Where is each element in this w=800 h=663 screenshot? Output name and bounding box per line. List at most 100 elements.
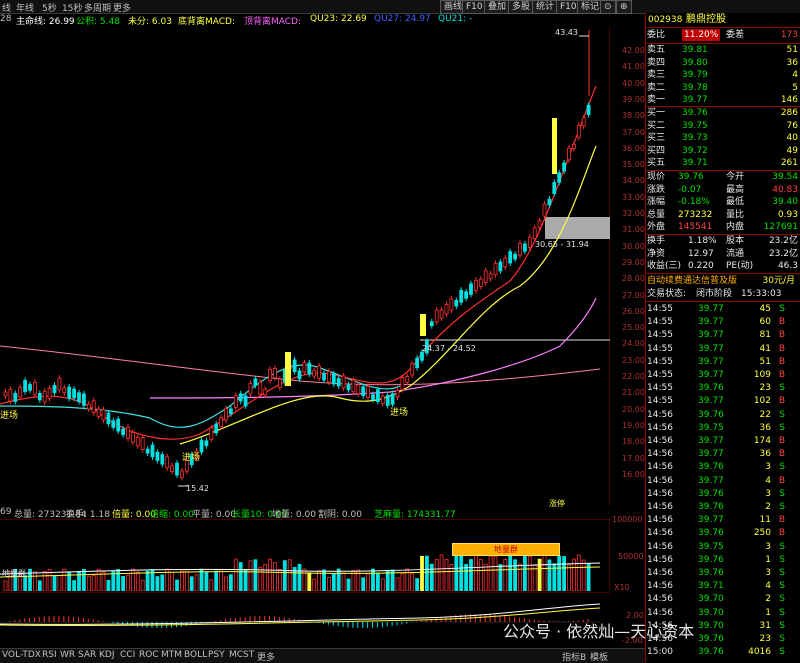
more-periods[interactable]: 更多 — [113, 1, 131, 14]
tick-row[interactable]: 14:56 39.76 1 S — [646, 554, 800, 566]
tick-row[interactable]: 14:55 39.77 51 B — [646, 356, 800, 368]
tab-rsi[interactable]: RSI — [42, 650, 57, 660]
buy-row[interactable]: 买五 39.71 261 — [646, 157, 800, 169]
tab-psy[interactable]: PSY — [208, 650, 225, 660]
sell-row[interactable]: 卖二 39.78 5 — [646, 82, 800, 94]
tick-row[interactable]: 14:55 39.77 60 B — [646, 316, 800, 328]
candle-body — [28, 384, 32, 391]
candle-body — [248, 383, 253, 395]
buy-row[interactable]: 买三 39.73 40 — [646, 132, 800, 144]
tick-row[interactable]: 14:55 39.77 45 S — [646, 303, 800, 315]
f10-button[interactable]: F10 — [462, 0, 487, 14]
tick-row[interactable]: 14:55 39.77 81 B — [646, 329, 800, 341]
sell-price: 39.78 — [682, 82, 708, 93]
candle-body — [145, 448, 150, 454]
tick-row[interactable]: 14:56 39.77 4 B — [646, 475, 800, 487]
period-item[interactable]: 5秒 — [42, 1, 57, 14]
tick-row[interactable]: 14:55 39.77 109 B — [646, 369, 800, 381]
tick-row[interactable]: 14:56 39.76 2 S — [646, 501, 800, 513]
tick-price: 39.77 — [698, 396, 724, 407]
candle-body — [542, 203, 547, 217]
volume-bar — [101, 571, 106, 591]
zoom-in-icon[interactable]: ⊕ — [616, 0, 632, 14]
tick-row[interactable]: 14:55 39.77 102 B — [646, 395, 800, 407]
kline-chart[interactable] — [0, 26, 610, 506]
tick-row[interactable]: 14:56 39.76 250 B — [646, 527, 800, 539]
tick-row[interactable]: 14:56 39.70 2 S — [646, 593, 800, 605]
indicator-value: QU23: 22.69 — [310, 14, 367, 24]
tab-mtm[interactable]: MTM — [161, 650, 182, 660]
tab-vol[interactable]: VOL-TDX — [2, 650, 41, 660]
period-item[interactable]: 线 — [2, 1, 11, 14]
period-item[interactable]: 多周期 — [84, 1, 111, 14]
tick-volume: 3 — [765, 488, 771, 499]
tick-price: 39.76 — [698, 634, 724, 644]
sell-row[interactable]: 卖一 39.77 146 — [646, 94, 800, 106]
tick-row[interactable]: 14:56 39.77 174 B — [646, 435, 800, 447]
tick-row[interactable]: 14:56 39.70 1 S — [646, 607, 800, 619]
stat-v2: 39.40 — [772, 197, 798, 208]
stats-button[interactable]: 统计 — [532, 0, 559, 14]
tab-template[interactable]: 模板 — [590, 650, 608, 663]
range-label-1: 30.65 - 31.94 — [535, 240, 589, 249]
tick-row[interactable]: 14:56 39.77 36 B — [646, 448, 800, 460]
tick-row[interactable]: 14:56 39.76 22 S — [646, 409, 800, 421]
tick-price: 39.76 — [698, 502, 724, 512]
stat-v1: 273232 — [678, 209, 713, 220]
buy-row[interactable]: 买四 39.72 49 — [646, 145, 800, 157]
volume-bar — [130, 568, 135, 591]
volume-indicator-legend: 69 总量: 273231.84 换手: 1.18 倍量: 0.00 倍缩: 0.00 平… — [0, 507, 610, 520]
tick-row[interactable]: 15:00 39.76 4016 S — [646, 646, 800, 658]
tick-row[interactable]: 14:56 39.75 3 S — [646, 541, 800, 553]
tick-row[interactable]: 14:55 39.76 23 S — [646, 382, 800, 394]
overlay-button[interactable]: 叠加 — [484, 0, 511, 14]
tick-row[interactable]: 14:55 39.77 41 B — [646, 343, 800, 355]
sell-row[interactable]: 卖五 39.81 51 — [646, 44, 800, 56]
promo-text[interactable]: 自动续费通达信普及版 — [647, 275, 737, 287]
buy-volume: 49 — [786, 145, 798, 156]
volume-bar — [576, 554, 581, 591]
tab-boll[interactable]: BOLL — [184, 650, 207, 660]
volume-bar — [145, 570, 150, 591]
tab-sar[interactable]: SAR — [78, 650, 96, 660]
candle-body — [33, 381, 37, 395]
tab-mcst[interactable]: MCST — [229, 650, 254, 660]
tab-roc[interactable]: ROC — [139, 650, 159, 660]
buy-row[interactable]: 买二 39.75 76 — [646, 120, 800, 132]
volume-bar — [179, 570, 184, 591]
tick-side: S — [779, 647, 785, 658]
volume-bar — [96, 568, 101, 591]
candle-body — [13, 392, 18, 402]
tick-row[interactable]: 14:56 39.76 3 S — [646, 567, 800, 579]
buy-row[interactable]: 买一 39.76 286 — [646, 107, 800, 119]
tick-row[interactable]: 14:56 39.71 4 S — [646, 580, 800, 592]
tick-side: S — [779, 488, 785, 499]
volume-bar — [253, 559, 258, 591]
candle-body — [3, 391, 8, 397]
promo-price[interactable]: 30元/月 — [763, 275, 796, 287]
multi-stock-button[interactable]: 多股 — [508, 0, 535, 14]
tick-time: 14:56 — [647, 462, 673, 473]
tick-volume: 41 — [759, 343, 771, 354]
tick-time: 14:55 — [647, 304, 673, 314]
tick-row[interactable]: 14:56 39.75 36 S — [646, 422, 800, 434]
tick-row[interactable]: 14:56 39.76 3 S — [646, 488, 800, 500]
tab-wr[interactable]: WR — [60, 650, 75, 660]
tab-more[interactable]: 更多 — [257, 650, 275, 663]
volume-bar — [52, 575, 57, 591]
tab-cci[interactable]: CCI — [120, 650, 135, 660]
stat2-row: 净资 12.97 流通 23.2亿 — [646, 248, 800, 260]
tick-row[interactable]: 14:56 39.77 11 B — [646, 514, 800, 526]
tab-kdj[interactable]: KDJ — [99, 650, 115, 660]
tick-row[interactable]: 14:56 39.76 3 S — [646, 461, 800, 473]
tab-indicator-b[interactable]: 指标B — [562, 650, 586, 663]
volume-bar — [37, 580, 42, 591]
sell-row[interactable]: 卖三 39.79 4 — [646, 69, 800, 81]
candle-body — [473, 279, 478, 291]
sell-row[interactable]: 卖四 39.80 36 — [646, 57, 800, 69]
period-item[interactable]: 年线 — [16, 1, 34, 14]
candle-body — [199, 439, 204, 453]
volume-bar — [204, 571, 209, 591]
zoom-out-icon[interactable]: ⊙ — [600, 0, 616, 14]
period-item[interactable]: 15秒 — [62, 1, 82, 14]
